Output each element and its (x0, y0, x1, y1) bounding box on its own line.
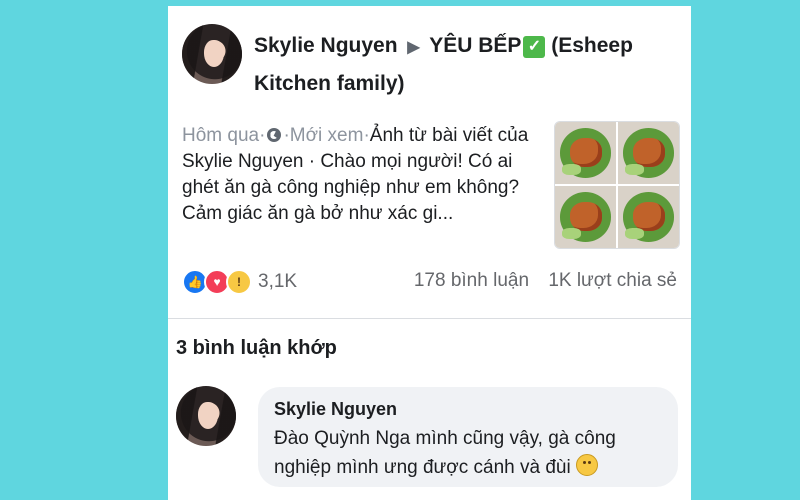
comment-bubble[interactable]: Skylie Nguyen Đào Quỳnh Nga mình cũng vậ… (258, 387, 678, 487)
reactions-summary[interactable]: 👍 ♥ ! 3,1K (182, 267, 297, 297)
post-photo-thumbnail[interactable] (554, 121, 680, 249)
comments-count-link[interactable]: 178 bình luận (414, 270, 529, 291)
group-name-link[interactable]: YÊU BẾP (429, 34, 521, 57)
post-card: Skylie Nguyen ▶ YÊU BẾP ✓ (Esheep Kitchen… (168, 6, 691, 500)
reactions-count: 3,1K (258, 271, 298, 292)
food-photo (555, 186, 616, 248)
check-icon: ✓ (523, 36, 546, 58)
wow-icon: ! (226, 269, 252, 295)
comment-author-link[interactable]: Skylie Nguyen (274, 399, 397, 420)
food-photo (618, 186, 679, 248)
post-stats: 178 bình luận 1K lượt chia sẻ (414, 270, 677, 292)
shares-count-link[interactable]: 1K lượt chia sẻ (548, 270, 677, 291)
author-avatar[interactable] (182, 24, 242, 84)
matching-comments-title: 3 bình luận khớp (176, 337, 337, 359)
comment-text-block: Đào Quỳnh Nga mình cũng vậy, gà công ngh… (274, 424, 664, 482)
comment-text: Đào Quỳnh Nga mình cũng vậy, gà công ngh… (274, 428, 616, 478)
avatar-face (197, 401, 218, 430)
globe-icon (267, 128, 282, 142)
post-time[interactable]: Hôm qua (182, 125, 259, 146)
smile-emoji-icon (575, 454, 598, 476)
food-photo (555, 122, 616, 184)
post-status: Mới xem (289, 125, 364, 146)
meta-separator: · (259, 125, 266, 146)
divider (168, 318, 691, 319)
avatar-face (203, 39, 224, 68)
author-name-link[interactable]: Skylie Nguyen (254, 34, 398, 57)
commenter-avatar[interactable] (176, 386, 236, 446)
post-header: Skylie Nguyen ▶ YÊU BẾP ✓ (Esheep Kitchen… (254, 28, 674, 102)
post-preview[interactable]: Hôm qua· ·Mới xem·Ảnh từ bài viết của Sky… (182, 123, 552, 227)
arrow-icon: ▶ (407, 39, 420, 56)
food-photo (618, 122, 679, 184)
